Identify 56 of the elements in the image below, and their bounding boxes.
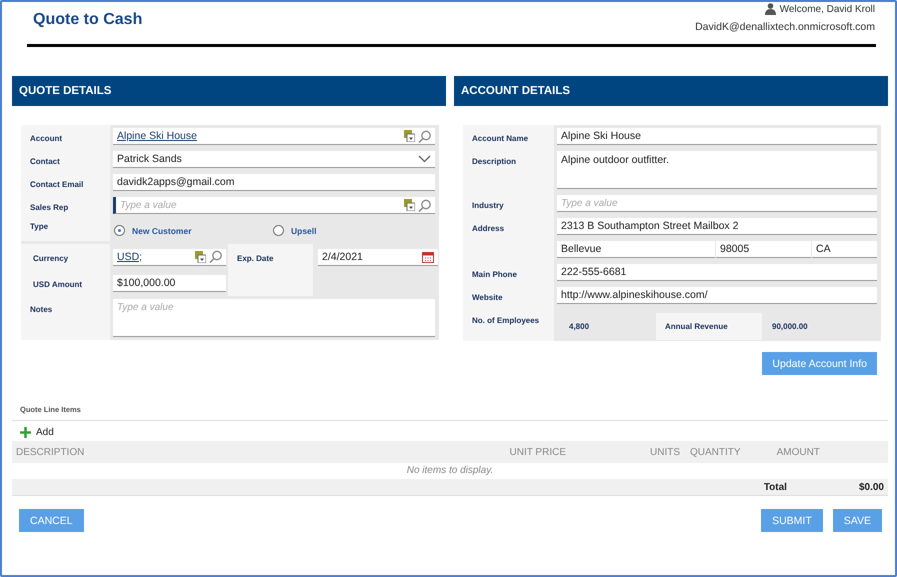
field-label: Website bbox=[463, 284, 554, 307]
total-label: Total bbox=[764, 482, 787, 492]
field-label: Exp. Date bbox=[237, 254, 274, 263]
chevron-down-icon[interactable] bbox=[418, 155, 431, 163]
lookup-field[interactable]: USD; bbox=[113, 248, 226, 266]
section-header: ACCOUNT DETAILS bbox=[454, 76, 888, 106]
field-label: Currency bbox=[21, 244, 110, 270]
field-label: Account bbox=[21, 125, 110, 148]
city-field[interactable]: Bellevue bbox=[557, 241, 715, 258]
field-label: Account Name bbox=[463, 125, 554, 148]
plus-icon bbox=[20, 426, 31, 438]
field-label: Sales Rep bbox=[21, 194, 110, 217]
field-label: Contact Email bbox=[21, 171, 110, 194]
search-icon[interactable] bbox=[209, 250, 222, 263]
field-label: Description bbox=[463, 148, 554, 192]
address-field[interactable]: 2313 B Southampton Street Mailbox 2 bbox=[557, 218, 877, 235]
phone-field[interactable]: 222-555-6681 bbox=[557, 264, 877, 281]
add-button[interactable]: Add bbox=[12, 424, 54, 440]
total-value: $0.00 bbox=[858, 482, 884, 492]
search-icon[interactable] bbox=[418, 198, 431, 212]
email-field[interactable]: davidk2apps@gmail.com bbox=[113, 174, 435, 191]
radio-button[interactable] bbox=[273, 225, 284, 236]
state-field[interactable]: CA bbox=[812, 241, 877, 258]
annual-revenue-value: 90,000.00 bbox=[772, 322, 808, 330]
user-icon bbox=[764, 3, 776, 15]
field-label: Main Phone bbox=[463, 261, 554, 284]
radio-button[interactable] bbox=[114, 225, 125, 236]
field-label: Address bbox=[463, 215, 554, 261]
field-label: Annual Revenue bbox=[665, 322, 728, 330]
radio-option[interactable]: Upsell bbox=[273, 225, 432, 236]
field-label: Contact bbox=[21, 148, 110, 171]
zip-field[interactable]: 98005 bbox=[716, 241, 811, 258]
field-label: USD Amount bbox=[21, 270, 110, 296]
field-label: Notes bbox=[21, 296, 110, 340]
section-header: QUOTE DETAILS bbox=[12, 76, 446, 106]
record-picker-icon[interactable] bbox=[404, 130, 415, 142]
field-label: Industry bbox=[463, 192, 554, 215]
app-title: Quote to Cash bbox=[33, 11, 142, 29]
lookup-field[interactable]: Alpine Ski House bbox=[113, 128, 435, 145]
text-field[interactable]: Alpine Ski House bbox=[557, 128, 877, 145]
record-picker-icon[interactable] bbox=[404, 199, 415, 211]
welcome-text: Welcome, David Kroll bbox=[780, 4, 875, 14]
calendar-icon[interactable] bbox=[422, 250, 434, 262]
record-picker-icon[interactable] bbox=[195, 250, 206, 262]
date-field[interactable]: 2/4/2021 bbox=[318, 248, 438, 266]
user-email: DavidK@denallixtech.onmicrosoft.com bbox=[695, 21, 875, 33]
dropdown-field[interactable]: Patrick Sands bbox=[113, 151, 435, 168]
employee-count: 4,800 bbox=[568, 322, 590, 330]
radio-option[interactable]: New Customer bbox=[113, 225, 273, 236]
description-field[interactable]: Alpine outdoor outfitter. bbox=[557, 151, 877, 189]
field-label: No. of Employees bbox=[463, 307, 554, 341]
empty-message: No items to display. bbox=[406, 464, 494, 478]
amount-field[interactable]: $100,000.00 bbox=[113, 274, 226, 292]
search-icon[interactable] bbox=[418, 130, 431, 142]
website-field[interactable]: http://www.alpineskihouse.com/ bbox=[557, 287, 877, 304]
field-label: Type bbox=[21, 217, 110, 241]
